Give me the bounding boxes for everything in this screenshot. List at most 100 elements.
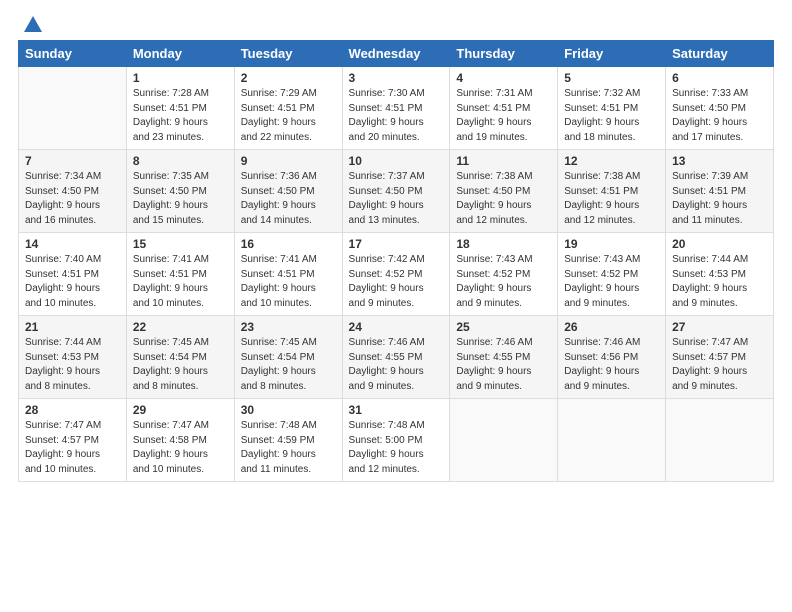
calendar-cell: 30 Sunrise: 7:48 AM Sunset: 4:59 PM Dayli…: [234, 399, 342, 482]
day-number: 7: [25, 154, 120, 168]
day-number: 16: [241, 237, 336, 251]
day-number: 23: [241, 320, 336, 334]
day-number: 8: [133, 154, 228, 168]
calendar-cell: 21 Sunrise: 7:44 AM Sunset: 4:53 PM Dayli…: [19, 316, 127, 399]
day-info: Sunrise: 7:47 AM Sunset: 4:57 PM Dayligh…: [672, 336, 767, 394]
day-number: 5: [564, 71, 659, 85]
day-info: Sunrise: 7:36 AM Sunset: 4:50 PM Dayligh…: [241, 170, 336, 228]
day-number: 22: [133, 320, 228, 334]
day-info: Sunrise: 7:34 AM Sunset: 4:50 PM Dayligh…: [25, 170, 120, 228]
calendar-cell: 22 Sunrise: 7:45 AM Sunset: 4:54 PM Dayli…: [126, 316, 234, 399]
day-number: 24: [349, 320, 444, 334]
day-info: Sunrise: 7:47 AM Sunset: 4:57 PM Dayligh…: [25, 419, 120, 477]
day-number: 2: [241, 71, 336, 85]
calendar-cell: 1 Sunrise: 7:28 AM Sunset: 4:51 PM Daylig…: [126, 67, 234, 150]
day-number: 21: [25, 320, 120, 334]
day-info: Sunrise: 7:32 AM Sunset: 4:51 PM Dayligh…: [564, 87, 659, 145]
day-number: 14: [25, 237, 120, 251]
day-info: Sunrise: 7:46 AM Sunset: 4:55 PM Dayligh…: [456, 336, 551, 394]
calendar-cell: 8Sunrise: 7:35 AM Sunset: 4:50 PM Daylig…: [126, 150, 234, 233]
day-number: 17: [349, 237, 444, 251]
calendar-cell: 6Sunrise: 7:33 AM Sunset: 4:50 PM Daylig…: [666, 67, 774, 150]
calendar-cell: 4Sunrise: 7:31 AM Sunset: 4:51 PM Daylig…: [450, 67, 558, 150]
weekday-header-saturday: Saturday: [666, 41, 774, 67]
day-number: 31: [349, 403, 444, 417]
calendar-cell: 26 Sunrise: 7:46 AM Sunset: 4:56 PM Dayli…: [558, 316, 666, 399]
calendar-cell: 9 Sunrise: 7:36 AM Sunset: 4:50 PM Daylig…: [234, 150, 342, 233]
calendar-cell: [558, 399, 666, 482]
calendar-cell: [450, 399, 558, 482]
day-number: 3: [349, 71, 444, 85]
calendar-cell: 28 Sunrise: 7:47 AM Sunset: 4:57 PM Dayli…: [19, 399, 127, 482]
weekday-header-row: SundayMondayTuesdayWednesdayThursdayFrid…: [19, 41, 774, 67]
calendar-cell: 23 Sunrise: 7:45 AM Sunset: 4:54 PM Dayli…: [234, 316, 342, 399]
calendar-week-2: 7 Sunrise: 7:34 AM Sunset: 4:50 PM Daylig…: [19, 150, 774, 233]
day-info: Sunrise: 7:48 AM Sunset: 4:59 PM Dayligh…: [241, 419, 336, 477]
day-number: 18: [456, 237, 551, 251]
calendar-cell: 3 Sunrise: 7:30 AM Sunset: 4:51 PM Daylig…: [342, 67, 450, 150]
calendar-cell: 13 Sunrise: 7:39 AM Sunset: 4:51 PM Dayli…: [666, 150, 774, 233]
calendar-cell: 7 Sunrise: 7:34 AM Sunset: 4:50 PM Daylig…: [19, 150, 127, 233]
main-container: SundayMondayTuesdayWednesdayThursdayFrid…: [0, 0, 792, 492]
calendar-cell: 10Sunrise: 7:37 AM Sunset: 4:50 PM Dayli…: [342, 150, 450, 233]
day-number: 11: [456, 154, 551, 168]
calendar-cell: 19 Sunrise: 7:43 AM Sunset: 4:52 PM Dayli…: [558, 233, 666, 316]
calendar-cell: [666, 399, 774, 482]
day-number: 15: [133, 237, 228, 251]
day-number: 25: [456, 320, 551, 334]
day-info: Sunrise: 7:41 AM Sunset: 4:51 PM Dayligh…: [133, 253, 228, 311]
calendar-cell: 5 Sunrise: 7:32 AM Sunset: 4:51 PM Daylig…: [558, 67, 666, 150]
day-info: Sunrise: 7:30 AM Sunset: 4:51 PM Dayligh…: [349, 87, 444, 145]
day-number: 27: [672, 320, 767, 334]
day-info: Sunrise: 7:43 AM Sunset: 4:52 PM Dayligh…: [564, 253, 659, 311]
calendar-week-1: 1 Sunrise: 7:28 AM Sunset: 4:51 PM Daylig…: [19, 67, 774, 150]
day-info: Sunrise: 7:44 AM Sunset: 4:53 PM Dayligh…: [672, 253, 767, 311]
day-info: Sunrise: 7:38 AM Sunset: 4:50 PM Dayligh…: [456, 170, 551, 228]
day-info: Sunrise: 7:38 AM Sunset: 4:51 PM Dayligh…: [564, 170, 659, 228]
day-number: 19: [564, 237, 659, 251]
day-number: 9: [241, 154, 336, 168]
calendar-cell: 15 Sunrise: 7:41 AM Sunset: 4:51 PM Dayli…: [126, 233, 234, 316]
day-info: Sunrise: 7:44 AM Sunset: 4:53 PM Dayligh…: [25, 336, 120, 394]
day-info: Sunrise: 7:40 AM Sunset: 4:51 PM Dayligh…: [25, 253, 120, 311]
weekday-header-sunday: Sunday: [19, 41, 127, 67]
weekday-header-tuesday: Tuesday: [234, 41, 342, 67]
calendar-cell: 2 Sunrise: 7:29 AM Sunset: 4:51 PM Daylig…: [234, 67, 342, 150]
day-info: Sunrise: 7:45 AM Sunset: 4:54 PM Dayligh…: [241, 336, 336, 394]
day-info: Sunrise: 7:48 AM Sunset: 5:00 PM Dayligh…: [349, 419, 444, 477]
weekday-header-friday: Friday: [558, 41, 666, 67]
day-number: 28: [25, 403, 120, 417]
calendar-cell: 11 Sunrise: 7:38 AM Sunset: 4:50 PM Dayli…: [450, 150, 558, 233]
day-info: Sunrise: 7:29 AM Sunset: 4:51 PM Dayligh…: [241, 87, 336, 145]
calendar-cell: 16Sunrise: 7:41 AM Sunset: 4:51 PM Dayli…: [234, 233, 342, 316]
calendar-cell: 14 Sunrise: 7:40 AM Sunset: 4:51 PM Dayli…: [19, 233, 127, 316]
calendar-cell: 20 Sunrise: 7:44 AM Sunset: 4:53 PM Dayli…: [666, 233, 774, 316]
weekday-header-thursday: Thursday: [450, 41, 558, 67]
day-info: Sunrise: 7:33 AM Sunset: 4:50 PM Dayligh…: [672, 87, 767, 145]
day-info: Sunrise: 7:42 AM Sunset: 4:52 PM Dayligh…: [349, 253, 444, 311]
day-info: Sunrise: 7:46 AM Sunset: 4:56 PM Dayligh…: [564, 336, 659, 394]
day-info: Sunrise: 7:39 AM Sunset: 4:51 PM Dayligh…: [672, 170, 767, 228]
calendar-cell: 29Sunrise: 7:47 AM Sunset: 4:58 PM Dayli…: [126, 399, 234, 482]
calendar-cell: 12Sunrise: 7:38 AM Sunset: 4:51 PM Dayli…: [558, 150, 666, 233]
logo-icon: [22, 14, 44, 36]
calendar-week-5: 28 Sunrise: 7:47 AM Sunset: 4:57 PM Dayli…: [19, 399, 774, 482]
day-number: 1: [133, 71, 228, 85]
day-number: 4: [456, 71, 551, 85]
day-number: 13: [672, 154, 767, 168]
calendar-cell: [19, 67, 127, 150]
day-number: 20: [672, 237, 767, 251]
day-number: 26: [564, 320, 659, 334]
weekday-header-monday: Monday: [126, 41, 234, 67]
calendar-cell: 24 Sunrise: 7:46 AM Sunset: 4:55 PM Dayli…: [342, 316, 450, 399]
day-info: Sunrise: 7:46 AM Sunset: 4:55 PM Dayligh…: [349, 336, 444, 394]
day-info: Sunrise: 7:28 AM Sunset: 4:51 PM Dayligh…: [133, 87, 228, 145]
calendar-cell: 18Sunrise: 7:43 AM Sunset: 4:52 PM Dayli…: [450, 233, 558, 316]
logo: [18, 14, 44, 34]
day-info: Sunrise: 7:45 AM Sunset: 4:54 PM Dayligh…: [133, 336, 228, 394]
calendar-cell: 31 Sunrise: 7:48 AM Sunset: 5:00 PM Dayli…: [342, 399, 450, 482]
calendar-cell: 25 Sunrise: 7:46 AM Sunset: 4:55 PM Dayli…: [450, 316, 558, 399]
calendar-cell: 27 Sunrise: 7:47 AM Sunset: 4:57 PM Dayli…: [666, 316, 774, 399]
calendar-week-4: 21 Sunrise: 7:44 AM Sunset: 4:53 PM Dayli…: [19, 316, 774, 399]
day-number: 30: [241, 403, 336, 417]
